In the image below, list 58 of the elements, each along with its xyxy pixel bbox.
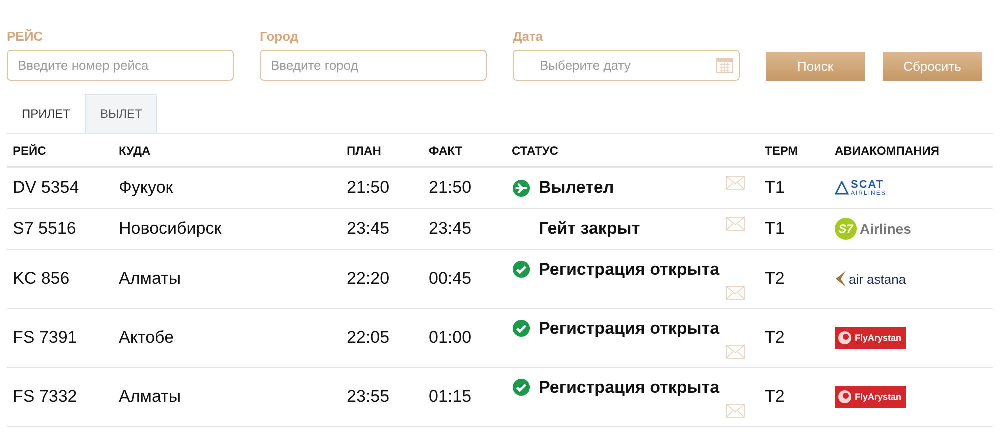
column-header: ФАКТ (423, 134, 506, 168)
table-cell: T1 (765, 219, 785, 239)
table-cell: T2 (765, 328, 785, 348)
table-cell: 23:45 (429, 219, 472, 239)
status-text: Регистрация открыта (539, 378, 720, 398)
table-cell: Актобе (119, 328, 174, 348)
table-cell: 21:50 (347, 178, 390, 198)
table-cell: Фукуок (119, 178, 174, 198)
check-icon (512, 260, 531, 279)
column-header: СТАТУС (506, 134, 726, 168)
field-label: Дата (513, 29, 544, 44)
table-cell: Новосибирск (119, 219, 222, 239)
envelope-icon[interactable] (726, 176, 745, 190)
airline-logo: S7 Airlines (835, 218, 912, 240)
envelope-icon[interactable] (726, 286, 745, 300)
table-cell: S7 5516 (13, 219, 76, 239)
envelope-icon[interactable] (726, 345, 745, 359)
column-header: КУДА (113, 134, 341, 168)
check-icon (512, 319, 531, 338)
table-cell: 22:20 (347, 269, 390, 289)
table-cell: FS 7332 (13, 387, 78, 407)
status-text: Регистрация открыта (539, 260, 720, 280)
table-cell: DV 5354 (13, 178, 80, 198)
table-cell: KC 856 (13, 269, 70, 289)
table-cell: T2 (765, 269, 785, 289)
table-cell: 21:50 (429, 178, 472, 198)
table-cell: Алматы (119, 269, 182, 289)
table-cell: 22:05 (347, 328, 390, 348)
column-header: ПЛАН (341, 134, 423, 168)
column-header: РЕЙС (7, 134, 113, 168)
field-label: Город (260, 29, 300, 44)
status-text: Регистрация открыта (539, 319, 720, 339)
table-cell: 23:45 (347, 219, 390, 239)
status-text: Гейт закрыт (539, 219, 640, 239)
column-header: ТЕРМ (759, 134, 829, 168)
table-cell: 23:55 (347, 387, 390, 407)
calendar-icon[interactable] (716, 56, 734, 74)
status-text: Вылетел (539, 178, 614, 198)
table-cell: T2 (765, 387, 785, 407)
table-cell: Алматы (119, 387, 182, 407)
airline-logo: air astana (835, 270, 906, 288)
airline-logo: FlyArystan (835, 386, 906, 408)
field-label: РЕЙС (7, 29, 44, 44)
plane-icon (512, 178, 531, 198)
date-field[interactable]: Выберите дату (513, 50, 740, 81)
check-icon (512, 378, 531, 397)
column-header: АВИАКОМПАНИЯ (829, 134, 993, 168)
envelope-icon[interactable] (726, 404, 745, 418)
table-cell: FS 7391 (13, 328, 78, 348)
tab[interactable]: ВЫЛЕТ (85, 94, 158, 133)
table-cell: 01:15 (429, 387, 472, 407)
table-cell: 01:00 (429, 328, 472, 348)
input-field[interactable]: Введите номер рейса (7, 50, 234, 81)
input-field[interactable]: Введите город (260, 50, 487, 81)
table-cell: 00:45 (429, 269, 472, 289)
envelope-icon[interactable] (726, 217, 745, 231)
airline-logo: FlyArystan (835, 327, 906, 349)
table-cell: T1 (765, 178, 785, 198)
